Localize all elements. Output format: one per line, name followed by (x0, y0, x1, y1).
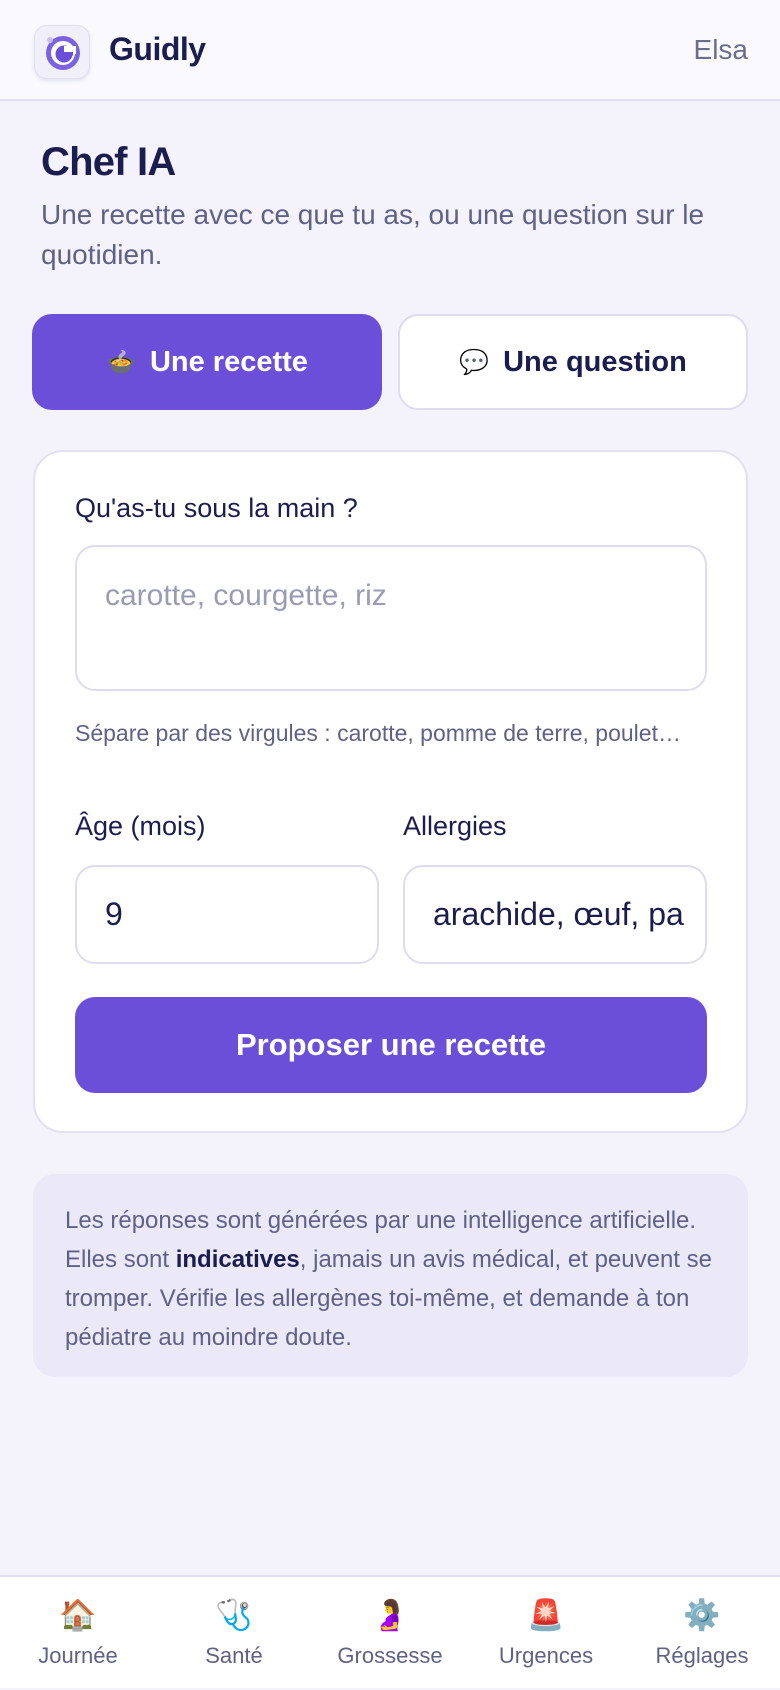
gear-icon: ⚙️ (683, 1599, 721, 1632)
user-name[interactable]: Elsa (694, 34, 748, 66)
ingredients-input[interactable]: carotte, courgette, riz (75, 545, 707, 691)
age-input[interactable]: 9 (75, 865, 379, 964)
nav-item-sante[interactable]: 🩺 Santé (156, 1577, 312, 1690)
disclaimer-bold: indicatives (175, 1246, 300, 1273)
nav-item-journee[interactable]: 🏠 Journée (0, 1577, 156, 1690)
allergies-input[interactable]: arachide, œuf, pa (403, 865, 707, 964)
page-title: Chef IA (41, 140, 176, 184)
nav-item-urgences[interactable]: 🚨 Urgences (468, 1577, 624, 1690)
tab-question[interactable]: 💬 Une question (398, 314, 748, 410)
nav-label-urgences: Urgences (498, 1643, 594, 1668)
stethoscope-icon: 🩺 (215, 1599, 253, 1632)
guidly-logo-icon[interactable] (34, 25, 90, 79)
tab-recipe-label: Une recette (149, 345, 308, 378)
nav-item-grossesse[interactable]: 🤰 Grossesse (312, 1577, 468, 1690)
nav-label-grossesse: Grossesse (337, 1643, 443, 1668)
siren-icon: 🚨 (527, 1599, 565, 1632)
ingredients-hint: Sépare par des virgules : carotte, pomme… (75, 720, 681, 746)
tab-question-label: Une question (503, 345, 687, 378)
pregnant-woman-icon: 🤰 (371, 1599, 409, 1632)
ingredients-label: Qu'as-tu sous la main ? (75, 493, 358, 523)
bottom-navigation: 🏠 Journée 🩺 Santé 🤰 Grossesse 🚨 Urgences… (0, 1575, 780, 1688)
app-header: Guidly Elsa (0, 0, 780, 101)
allergies-label: Allergies (403, 811, 507, 841)
app-title: Guidly (109, 31, 206, 67)
propose-recipe-button[interactable]: Proposer une recette (75, 997, 707, 1093)
cooking-pot-icon: 🍲 (106, 348, 136, 376)
speech-bubble-icon: 💬 (459, 348, 490, 376)
ai-disclaimer: Les réponses sont générées par une intel… (33, 1174, 748, 1377)
nav-label-sante: Santé (205, 1643, 263, 1668)
age-label: Âge (mois) (75, 811, 206, 841)
house-icon: 🏠 (59, 1599, 97, 1632)
tab-recipe[interactable]: 🍲 Une recette (32, 314, 382, 410)
nav-item-reglages[interactable]: ⚙️ Réglages (624, 1577, 780, 1690)
nav-label-journee: Journée (38, 1643, 118, 1668)
page-subtitle: Une recette avec ce que tu as, ou une qu… (41, 199, 705, 270)
nav-label-reglages: Réglages (655, 1643, 749, 1668)
recipe-form-card: Qu'as-tu sous la main ? carotte, courget… (33, 450, 748, 1133)
